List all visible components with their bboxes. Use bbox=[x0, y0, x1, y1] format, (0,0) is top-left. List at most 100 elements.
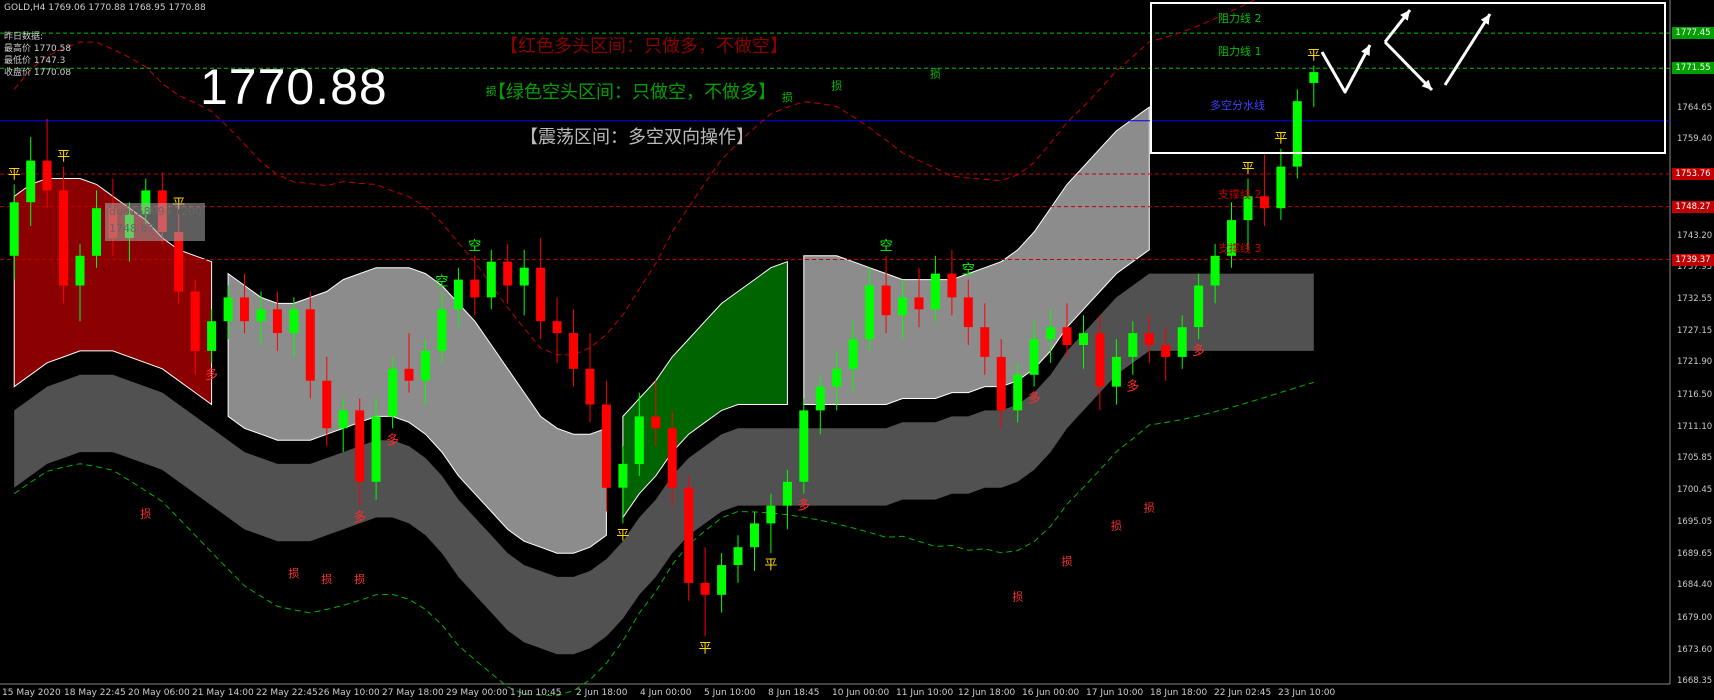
y-tick-label: 1732.55 bbox=[1677, 294, 1713, 305]
candle-body bbox=[601, 404, 611, 488]
candle-body bbox=[305, 309, 315, 381]
x-tick-label: 15 May 2020 bbox=[2, 688, 61, 698]
x-tick-label: 12 Jun 18:00 bbox=[958, 688, 1016, 698]
candle-body bbox=[59, 190, 69, 286]
y-tick-label: 1705.85 bbox=[1677, 452, 1713, 463]
y-tick-label: 1689.65 bbox=[1677, 549, 1713, 560]
candle-41 bbox=[684, 475, 694, 601]
candle-body bbox=[1144, 333, 1154, 345]
candle-body bbox=[750, 523, 759, 548]
stop-label-3: 损 bbox=[354, 572, 365, 586]
candle-body bbox=[437, 309, 447, 351]
stop-label-2: 损 bbox=[321, 572, 332, 586]
price-level-tag-4: 1748.27 bbox=[1672, 200, 1714, 213]
candle-body bbox=[256, 309, 266, 322]
x-tick-label: 1 Jun 10:45 bbox=[510, 688, 562, 698]
candle-body bbox=[733, 547, 743, 565]
stop-label-5: 损 bbox=[782, 90, 793, 104]
stop-label-6: 损 bbox=[831, 78, 842, 92]
x-tick-label: 29 May 00:00 bbox=[446, 688, 508, 698]
candle-body bbox=[700, 582, 710, 595]
candle-body bbox=[503, 261, 513, 286]
candle-body bbox=[766, 505, 776, 524]
y-tick-label: 1700.45 bbox=[1677, 485, 1713, 495]
candle-body bbox=[930, 273, 940, 310]
candle-body bbox=[947, 273, 957, 298]
signal-10: 平 bbox=[764, 558, 777, 573]
candle-body bbox=[832, 368, 842, 387]
y-tick-label: 1721.90 bbox=[1677, 357, 1713, 368]
zone-label-red: 【红色多头区间：只做多，不做空】 bbox=[500, 36, 788, 57]
tooltip-price: 1748.87 bbox=[109, 222, 155, 235]
candle-body bbox=[75, 255, 85, 286]
y-tick-label: 1668.35 bbox=[1677, 675, 1713, 686]
candle-body bbox=[980, 327, 990, 357]
stop-label-11: 损 bbox=[1144, 501, 1155, 515]
candle-body bbox=[272, 309, 282, 334]
candle-body bbox=[865, 285, 875, 339]
x-tick-label: 2 Jun 18:00 bbox=[576, 688, 628, 698]
candle-body bbox=[1177, 327, 1187, 357]
stop-label-10: 损 bbox=[1111, 518, 1122, 532]
candle-body bbox=[322, 380, 332, 429]
candle-body bbox=[815, 386, 825, 411]
y-tick-label: 1743.20 bbox=[1677, 230, 1713, 241]
candle-body bbox=[92, 208, 101, 256]
candle-body bbox=[651, 416, 661, 429]
candle-body bbox=[1095, 333, 1105, 387]
x-tick-label: 27 May 18:00 bbox=[382, 688, 444, 698]
candle-48 bbox=[799, 398, 809, 494]
signal-3: 多 bbox=[205, 367, 218, 383]
current-price-display: 1770.88 bbox=[200, 59, 388, 115]
zone-label-green: 【绿色空头区间：只做空，不做多】 bbox=[488, 82, 776, 103]
candle-body bbox=[634, 416, 644, 464]
resistance-1-label: 阻力线 1 bbox=[1218, 45, 1262, 58]
candle-body bbox=[190, 291, 200, 351]
candle-body bbox=[585, 368, 595, 405]
x-tick-label: 10 Jun 00:00 bbox=[832, 688, 890, 698]
price-level-tag-3: 1753.76 bbox=[1672, 167, 1714, 180]
y-tick-label: 1711.10 bbox=[1677, 421, 1713, 432]
tooltip-order: duo15899+1200 bbox=[109, 205, 202, 218]
candle-body bbox=[486, 261, 496, 298]
candle-body bbox=[388, 368, 398, 417]
signal-0: 平 bbox=[8, 167, 21, 182]
candle-body bbox=[519, 267, 529, 286]
yesterday-close: 收盘价 1770.08 bbox=[4, 68, 72, 78]
signal-1: 平 bbox=[57, 150, 70, 165]
candle-body bbox=[421, 350, 430, 381]
stop-label-9: 损 bbox=[1062, 554, 1073, 568]
candle-body bbox=[914, 297, 924, 310]
candle-body bbox=[552, 321, 562, 334]
candle-body bbox=[1128, 333, 1138, 357]
signal-8: 平 bbox=[616, 528, 629, 543]
candle-body bbox=[1079, 333, 1088, 345]
x-tick-label: 23 Jun 10:00 bbox=[1278, 688, 1336, 698]
candle-body bbox=[289, 309, 299, 334]
candle-body bbox=[355, 410, 365, 482]
x-tick-label: 16 Jun 00:00 bbox=[1022, 688, 1080, 698]
candle-body bbox=[848, 339, 858, 369]
candle-body bbox=[470, 279, 480, 298]
trade-tooltip: duo15899+1200 1748.87 bbox=[105, 203, 205, 241]
x-tick-label: 5 Jun 10:00 bbox=[704, 688, 756, 698]
candle-body bbox=[782, 481, 792, 506]
candle-body bbox=[240, 297, 249, 322]
candle-body bbox=[667, 428, 677, 488]
y-tick-label: 1727.15 bbox=[1677, 326, 1713, 337]
candle-body bbox=[223, 297, 233, 322]
candle-body bbox=[881, 285, 891, 316]
support-3-label: 支撑线 3 bbox=[1218, 242, 1262, 255]
signal-6: 空 bbox=[435, 275, 448, 290]
x-tick-label: 4 Jun 00:00 bbox=[640, 688, 692, 698]
support-2-label: 支撑线 2 bbox=[1218, 188, 1262, 201]
candle-body bbox=[799, 410, 809, 482]
x-tick-label: 20 May 06:00 bbox=[128, 688, 190, 698]
signal-12: 空 bbox=[880, 239, 893, 254]
stop-label-8: 损 bbox=[1012, 590, 1023, 604]
signal-9: 平 bbox=[699, 641, 712, 656]
signal-16: 多 bbox=[1192, 343, 1205, 359]
stop-label-0: 损 bbox=[140, 507, 151, 521]
candle-body bbox=[717, 565, 727, 595]
y-tick-label: 1764.65 bbox=[1677, 103, 1713, 114]
